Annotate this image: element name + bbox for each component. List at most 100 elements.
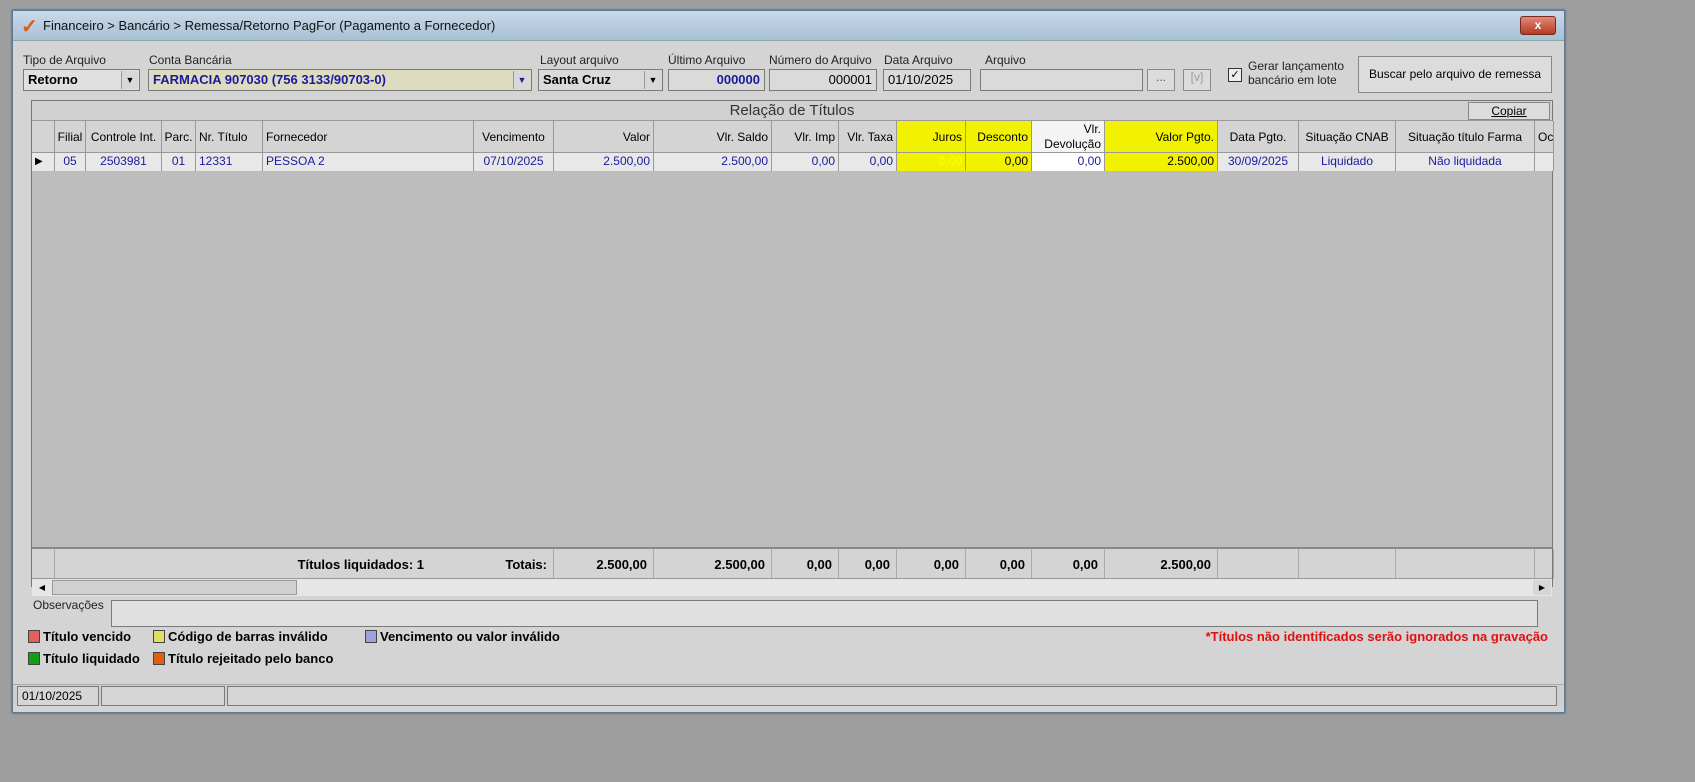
legend-item: Vencimento ou valor inválido bbox=[365, 629, 560, 644]
column-header[interactable]: Desconto bbox=[966, 121, 1032, 153]
totals-indicator bbox=[32, 549, 55, 579]
scroll-left-icon[interactable]: ◀ bbox=[33, 580, 51, 595]
status-bar: 01/10/2025 bbox=[13, 684, 1564, 706]
browse-button[interactable]: ... bbox=[1147, 69, 1175, 91]
tipo-arquivo-select[interactable]: Retorno ▼ bbox=[23, 69, 140, 91]
column-header[interactable]: Situação título Farma bbox=[1396, 121, 1535, 153]
column-header[interactable]: Filial bbox=[55, 121, 86, 153]
title-bar: ✓ Financeiro > Bancário > Remessa/Retorn… bbox=[13, 11, 1564, 41]
table-cell[interactable]: PESSOA 2 bbox=[263, 153, 474, 171]
table-cell[interactable]: Liquidado bbox=[1299, 153, 1396, 171]
legend-label: Título rejeitado pelo banco bbox=[168, 651, 334, 666]
column-header[interactable]: Vlr. Taxa bbox=[839, 121, 897, 153]
total-value: 2.500,00 bbox=[654, 549, 772, 579]
warning-text: *Títulos não identificados serão ignorad… bbox=[1205, 629, 1548, 644]
table-cell[interactable]: 2.500,00 bbox=[654, 153, 772, 171]
total-value: 2.500,00 bbox=[554, 549, 654, 579]
scroll-thumb[interactable] bbox=[52, 580, 297, 595]
window-title: Financeiro > Bancário > Remessa/Retorno … bbox=[43, 18, 496, 33]
ultimo-arquivo-field: 000000 bbox=[668, 69, 765, 91]
legend-label: Título vencido bbox=[43, 629, 132, 644]
numero-label: Número do Arquivo bbox=[769, 53, 872, 67]
numero-arquivo-field[interactable]: 000001 bbox=[769, 69, 877, 91]
total-empty bbox=[1299, 549, 1396, 579]
column-header[interactable]: Parc. bbox=[162, 121, 196, 153]
column-header[interactable]: Situação CNAB bbox=[1299, 121, 1396, 153]
table-cell[interactable] bbox=[1535, 153, 1554, 171]
total-value: 2.500,00 bbox=[1105, 549, 1218, 579]
total-empty bbox=[1218, 549, 1299, 579]
table-cell[interactable]: 2.500,00 bbox=[1105, 153, 1218, 171]
data-label: Data Arquivo bbox=[884, 53, 953, 67]
gerar-label-1: Gerar lançamento bbox=[1248, 59, 1345, 73]
observacoes-field[interactable] bbox=[111, 600, 1538, 627]
copiar-button[interactable]: Copiar bbox=[1468, 102, 1550, 120]
legend-label: Vencimento ou valor inválido bbox=[380, 629, 560, 644]
conta-value: FARMACIA 907030 (756 3133/90703-0) bbox=[153, 72, 386, 87]
table-cell[interactable]: 0,00 bbox=[772, 153, 839, 171]
totais-label: Totais: bbox=[474, 549, 554, 579]
arquivo-field[interactable] bbox=[980, 69, 1143, 91]
column-header[interactable]: Vlr. Devolução bbox=[1032, 121, 1105, 153]
arquivo-label: Arquivo bbox=[985, 53, 1026, 67]
table-cell[interactable]: Não liquidada bbox=[1396, 153, 1535, 171]
observacoes-label: Observações bbox=[33, 598, 104, 612]
scroll-right-icon[interactable]: ▶ bbox=[1533, 580, 1551, 595]
close-button[interactable]: x bbox=[1520, 16, 1556, 35]
main-window: ✓ Financeiro > Bancário > Remessa/Retorn… bbox=[12, 10, 1565, 713]
titulos-liquidados: Títulos liquidados: 1 bbox=[297, 556, 424, 572]
column-header[interactable]: Vlr. Imp bbox=[772, 121, 839, 153]
chevron-down-icon: ▼ bbox=[121, 71, 138, 89]
legend-item: Título vencido bbox=[28, 629, 131, 644]
layout-label: Layout arquivo bbox=[540, 53, 619, 67]
row-indicator-header[interactable] bbox=[32, 121, 55, 153]
column-header[interactable]: Valor bbox=[554, 121, 654, 153]
column-header[interactable]: Valor Pgto. bbox=[1105, 121, 1218, 153]
gerar-lote-checkbox[interactable]: ✓ bbox=[1228, 68, 1242, 82]
table-cell[interactable]: 12331 bbox=[196, 153, 263, 171]
tipo-label: Tipo de Arquivo bbox=[23, 53, 106, 67]
legend-swatch-icon bbox=[153, 630, 165, 643]
status-panel-2 bbox=[101, 686, 225, 706]
table-cell[interactable]: 0,00 bbox=[897, 153, 966, 171]
column-header[interactable]: Juros bbox=[897, 121, 966, 153]
status-date: 01/10/2025 bbox=[17, 686, 99, 706]
totals-row: Títulos liquidados: 1 Totais: 2.500,00 2.50… bbox=[32, 547, 1554, 579]
total-value: 0,00 bbox=[772, 549, 839, 579]
conta-bancaria-select[interactable]: FARMACIA 907030 (756 3133/90703-0) ▼ bbox=[148, 69, 532, 91]
column-header[interactable]: Oc bbox=[1535, 121, 1554, 153]
column-header[interactable]: Fornecedor bbox=[263, 121, 474, 153]
validate-button[interactable]: [v] bbox=[1183, 69, 1211, 91]
table-cell[interactable]: 01 bbox=[162, 153, 196, 171]
legend-item: Código de barras inválido bbox=[153, 629, 328, 644]
data-arquivo-field[interactable]: 01/10/2025 bbox=[883, 69, 971, 91]
column-header[interactable]: Data Pgto. bbox=[1218, 121, 1299, 153]
layout-select[interactable]: Santa Cruz ▼ bbox=[538, 69, 663, 91]
total-value: 0,00 bbox=[897, 549, 966, 579]
total-value: 0,00 bbox=[1032, 549, 1105, 579]
conta-label: Conta Bancária bbox=[149, 53, 232, 67]
table-cell[interactable]: 30/09/2025 bbox=[1218, 153, 1299, 171]
column-header[interactable]: Controle Int. bbox=[86, 121, 162, 153]
legend-item: Título liquidado bbox=[28, 651, 140, 666]
gerar-label-2: bancário em lote bbox=[1248, 73, 1337, 87]
row-indicator-icon[interactable]: ▶ bbox=[32, 153, 55, 171]
column-header[interactable]: Nr. Título bbox=[196, 121, 263, 153]
table-cell[interactable]: 05 bbox=[55, 153, 86, 171]
legend-swatch-icon bbox=[28, 652, 40, 665]
ultimo-label: Último Arquivo bbox=[668, 53, 746, 67]
buscar-remessa-button[interactable]: Buscar pelo arquivo de remessa bbox=[1358, 56, 1552, 93]
table-cell[interactable]: 0,00 bbox=[966, 153, 1032, 171]
horizontal-scrollbar[interactable]: ◀ ▶ bbox=[32, 578, 1552, 596]
total-value: 0,00 bbox=[966, 549, 1032, 579]
status-panel-3 bbox=[227, 686, 1557, 706]
legend-label: Código de barras inválido bbox=[168, 629, 328, 644]
table-cell[interactable]: 0,00 bbox=[839, 153, 897, 171]
table-cell[interactable]: 0,00 bbox=[1032, 153, 1105, 171]
column-header[interactable]: Vencimento bbox=[474, 121, 554, 153]
table-cell[interactable]: 2.500,00 bbox=[554, 153, 654, 171]
legend-swatch-icon bbox=[28, 630, 40, 643]
column-header[interactable]: Vlr. Saldo bbox=[654, 121, 772, 153]
table-cell[interactable]: 2503981 bbox=[86, 153, 162, 171]
table-cell[interactable]: 07/10/2025 bbox=[474, 153, 554, 171]
